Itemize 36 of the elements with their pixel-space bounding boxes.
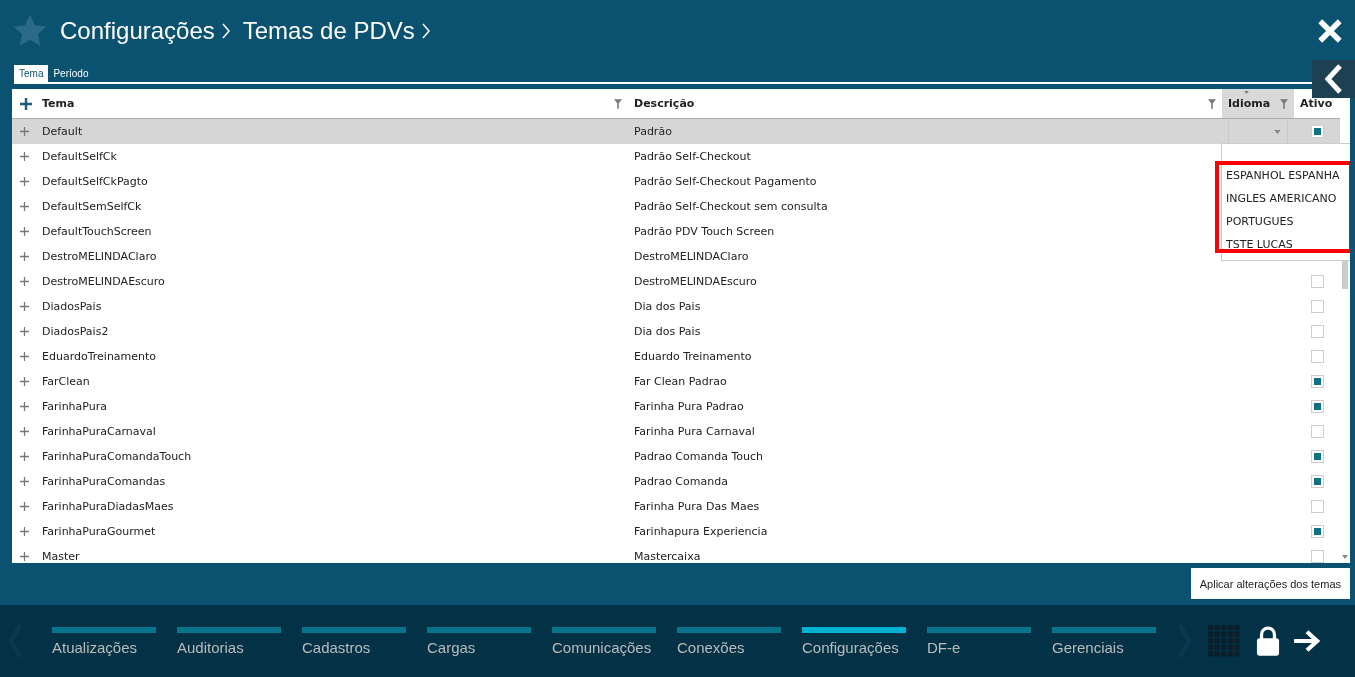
table-cell: Dia dos Pais <box>634 325 701 338</box>
table-cell: Farinhapura Experiencia <box>634 525 768 538</box>
table-cell: Padrão PDV Touch Screen <box>634 225 775 238</box>
table-cell: FarinhaPuraDiadasMaes <box>42 500 174 513</box>
table-cell: Padrão Self-Checkout <box>634 150 751 163</box>
table-cell: FarinhaPuraComandas <box>42 475 166 488</box>
table-cell: DefaultSelfCk <box>42 150 117 163</box>
table-cell: DestroMELINDAEscuro <box>42 275 165 288</box>
table-cell: Padrão <box>634 125 672 138</box>
table-cell: Padrao Comanda Touch <box>634 450 763 463</box>
table-cell: FarinhaPuraGourmet <box>42 525 156 538</box>
table-cell: Master <box>42 550 80 563</box>
table-cell: DefaultSemSelfCk <box>42 200 142 213</box>
table-cell: Farinha Pura Carnaval <box>634 425 755 438</box>
table-cell: FarinhaPuraCarnaval <box>42 425 156 438</box>
table-cell: FarinhaPura <box>42 400 107 413</box>
table-cell: Farinha Pura Padrao <box>634 400 744 413</box>
table-cell: Eduardo Treinamento <box>634 350 752 363</box>
table-cell: DestroMELINDAClaro <box>634 250 749 263</box>
table-cell: FarClean <box>42 375 90 388</box>
table-cell: EduardoTreinamento <box>42 350 157 363</box>
table-cell: Mastercaixa <box>634 550 701 563</box>
table-cell: DestroMELINDAClaro <box>42 250 157 263</box>
table-cell: FarinhaPuraComandaTouch <box>42 450 192 463</box>
table-cell: DiadosPais <box>42 300 102 313</box>
table-cell: Farinha Pura Das Maes <box>634 500 760 513</box>
table-cell: Far Clean Padrao <box>634 375 727 388</box>
table-cell: DestroMELINDAEscuro <box>634 275 757 288</box>
table-cell: Dia dos Pais <box>634 300 701 313</box>
table-cell: DefaultSelfCkPagto <box>42 175 148 188</box>
table-cell: DiadosPais2 <box>42 325 109 338</box>
table-cell: Default <box>42 125 83 138</box>
table-cell: DefaultTouchScreen <box>42 225 152 238</box>
table-cell: Padrão Self-Checkout sem consulta <box>634 200 828 213</box>
table-cell: Padrão Self-Checkout Pagamento <box>634 175 817 188</box>
table-cell: Padrao Comanda <box>634 475 728 488</box>
